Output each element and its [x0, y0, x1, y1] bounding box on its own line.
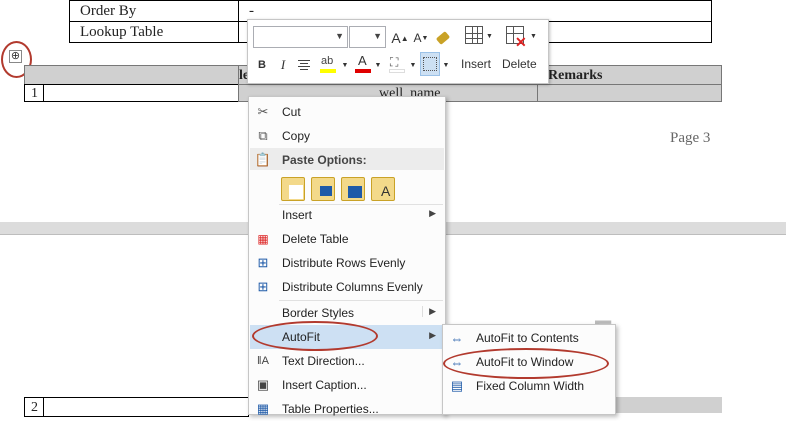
menu-item-label: Distribute Columns Evenly: [282, 280, 423, 294]
font-color-button[interactable]: A: [353, 52, 373, 74]
chevron-down-icon: ▼: [373, 31, 382, 41]
distribute-rows-icon: ⊞: [257, 255, 269, 270]
distribute-columns-icon: ⊞: [257, 279, 269, 294]
font-color-bar: [355, 69, 371, 73]
text-direction-icon: ‖A: [257, 355, 269, 367]
autofit-contents-icon: ⇔: [450, 330, 464, 346]
menu-item-table-properties[interactable]: ▦ Table Properties...: [250, 397, 444, 421]
menu-item-distribute-rows[interactable]: ⊞ Distribute Rows Evenly: [250, 251, 444, 275]
table-insert-icon: [465, 26, 483, 44]
menu-item-copy[interactable]: ⧉ Copy: [250, 124, 444, 148]
menu-item-label: Paste Options:: [282, 153, 367, 167]
table-header-cell: [24, 65, 239, 85]
delete-table-icon: ▦: [257, 232, 269, 246]
shading-dropdown[interactable]: ▼: [409, 54, 417, 76]
format-painter-button[interactable]: [434, 27, 452, 49]
paste-text-letter: A: [381, 183, 391, 199]
brush-icon: [435, 31, 451, 45]
table-cell-label: Order By: [69, 0, 239, 22]
row-number: 2: [24, 397, 44, 417]
bold-button[interactable]: B: [254, 54, 270, 76]
highlight-button[interactable]: ab: [318, 52, 340, 74]
menu-item-label: Delete Table: [282, 232, 349, 246]
page-number: Page 3: [670, 130, 711, 146]
table-cell: [43, 397, 249, 417]
font-name-combo[interactable]: ▼: [253, 26, 348, 48]
menu-item-border-styles[interactable]: Border Styles ▶: [250, 301, 444, 325]
menu-item-label: Insert: [282, 208, 313, 222]
delete-table-button[interactable]: ✕ ▼ Delete: [500, 23, 538, 75]
submenu-arrow-icon: ▶: [422, 306, 436, 317]
font-color-icon: A: [358, 53, 367, 68]
table-cell-label: Lookup Table: [69, 21, 239, 43]
chevron-down-icon: ▼: [530, 33, 537, 40]
menu-item-distribute-columns[interactable]: ⊞ Distribute Columns Evenly: [250, 275, 444, 299]
highlighter-icon: ab: [321, 55, 334, 67]
submenu-arrow-icon: ▶: [429, 330, 436, 340]
shading-button[interactable]: ⛶: [387, 52, 407, 74]
copy-icon: ⧉: [258, 128, 268, 143]
chevron-down-icon: ▼: [486, 33, 493, 40]
highlight-color-bar: [320, 69, 336, 73]
shrink-font-button[interactable]: A ▼: [412, 27, 430, 49]
chevron-down-icon: ▼: [335, 31, 344, 41]
context-menu: ✂ Cut ⧉ Copy 📋 Paste Options: A Insert ▶…: [248, 96, 446, 416]
submenu-arrow-icon: ▶: [429, 208, 436, 218]
menu-item-label: AutoFit to Contents: [476, 331, 579, 345]
table-header-remarks: Remarks: [537, 65, 722, 85]
borders-dropdown[interactable]: ▼: [442, 54, 450, 76]
borders-button[interactable]: [420, 52, 440, 76]
menu-item-label: Distribute Rows Evenly: [282, 256, 406, 270]
font-size-combo[interactable]: ▼: [349, 26, 386, 48]
font-color-dropdown[interactable]: ▼: [374, 54, 382, 76]
paste-icon: 📋: [254, 152, 272, 167]
menu-item-text-direction[interactable]: ‖A Text Direction...: [250, 349, 444, 373]
menu-item-cut[interactable]: ✂ Cut: [250, 100, 444, 124]
paste-text-only-icon[interactable]: A: [371, 177, 395, 201]
highlight-dropdown[interactable]: ▼: [341, 54, 349, 76]
menu-item-label: Fixed Column Width: [476, 379, 585, 393]
menu-item-delete-table[interactable]: ▦ Delete Table: [250, 227, 444, 251]
table-cell: [43, 84, 239, 102]
table-properties-icon: ▦: [256, 401, 270, 416]
align-center-icon: [298, 60, 310, 70]
submenu-item-autofit-contents[interactable]: ⇔ AutoFit to Contents: [444, 326, 614, 350]
menu-item-label: Border Styles: [282, 306, 355, 320]
paste-merge-table-icon[interactable]: [341, 177, 365, 201]
menu-item-label: Text Direction...: [282, 354, 365, 368]
row-number: 1: [24, 84, 44, 102]
delete-label: Delete: [502, 57, 537, 71]
caption-icon: ▣: [256, 377, 270, 392]
menu-item-label: Copy: [282, 129, 311, 143]
annotation-circle: [443, 348, 609, 379]
paste-nest-table-icon[interactable]: [311, 177, 335, 201]
scissors-icon: ✂: [257, 104, 269, 119]
annotation-circle: [252, 321, 378, 351]
paint-bucket-icon: ⛶: [390, 55, 399, 69]
menu-item-insert[interactable]: Insert ▶: [250, 203, 444, 227]
red-x-icon: ✕: [515, 34, 527, 50]
borders-icon: [423, 57, 437, 71]
menu-item-insert-caption[interactable]: ▣ Insert Caption...: [250, 373, 444, 397]
insert-label: Insert: [461, 57, 492, 71]
menu-item-label: Insert Caption...: [282, 378, 367, 392]
menu-item-label: Table Properties...: [282, 402, 379, 416]
shading-color-bar: [389, 69, 405, 73]
align-center-button[interactable]: [296, 54, 312, 76]
table-cell: [537, 84, 722, 102]
italic-button[interactable]: I: [276, 54, 290, 76]
insert-table-button[interactable]: ▼ Insert: [459, 23, 493, 75]
menu-item-label: Cut: [282, 105, 301, 119]
paste-keep-source-icon[interactable]: [281, 177, 305, 201]
fixed-column-width-icon: ▤: [450, 378, 464, 393]
grow-font-button[interactable]: A ▲: [391, 27, 409, 49]
mini-toolbar: ▼ ▼ A ▲ A ▼ ▼ Insert ✕ ▼ Delete B I ab ▼ A…: [247, 19, 549, 84]
menu-item-paste-options: 📋 Paste Options:: [250, 148, 444, 172]
